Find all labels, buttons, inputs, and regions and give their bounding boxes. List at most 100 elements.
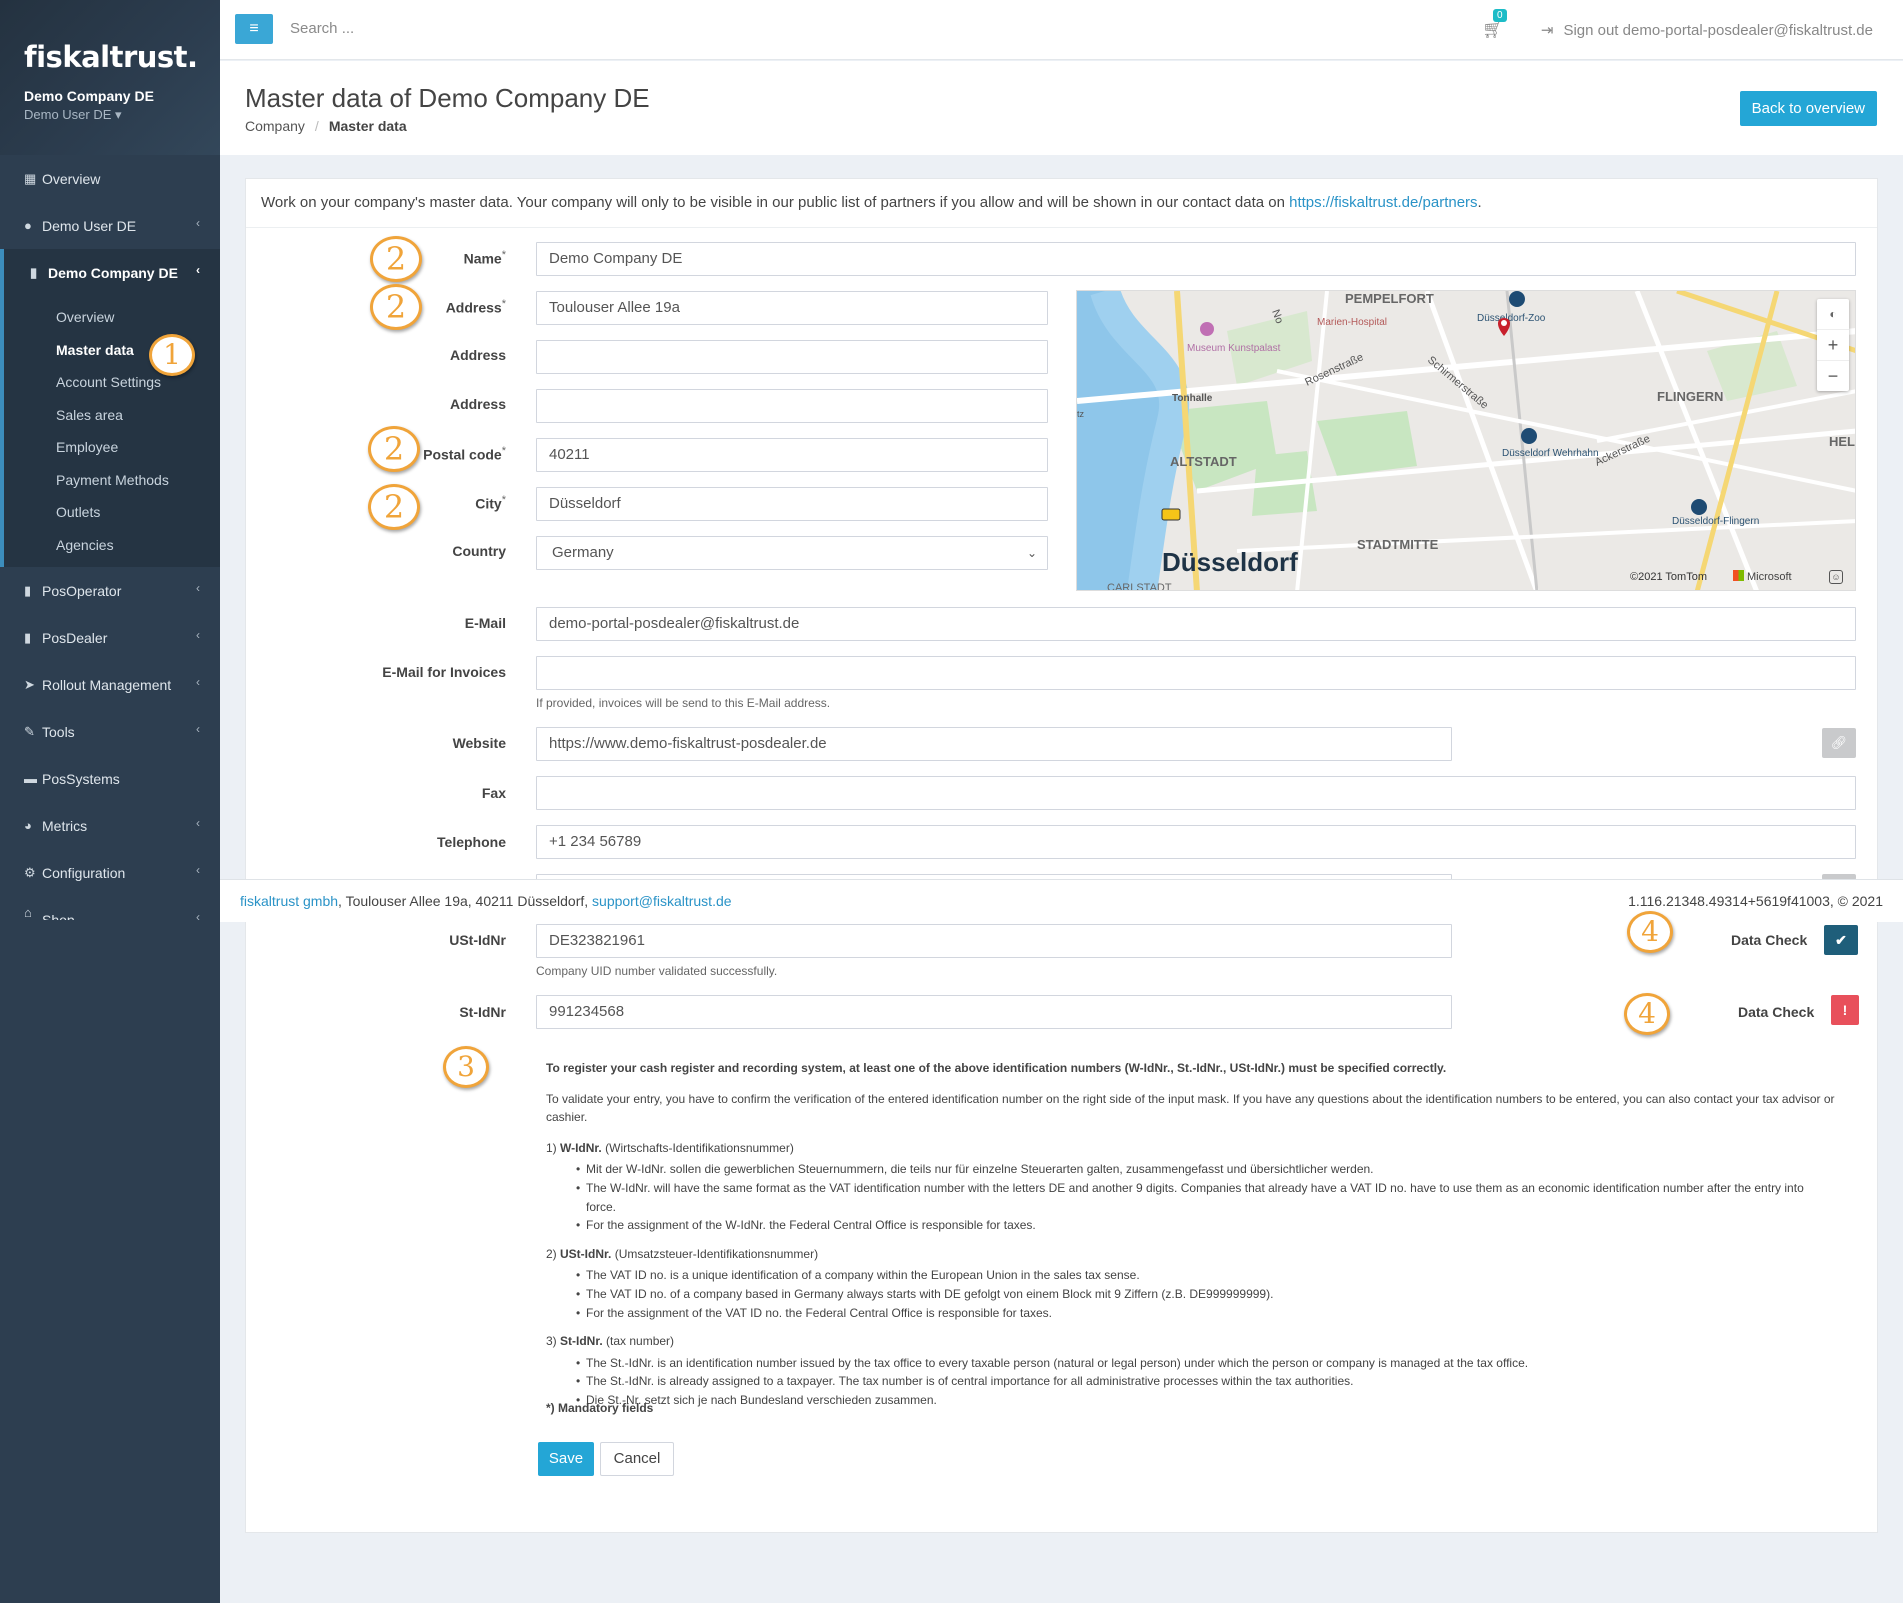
map-style-icon[interactable]: ◐ xyxy=(1817,299,1849,329)
microsoft-logo-icon xyxy=(1733,570,1744,581)
chevron-left-icon: ‹ xyxy=(196,910,200,920)
pie-chart-icon: ◕ xyxy=(24,818,32,833)
zoom-out-button[interactable]: − xyxy=(1817,360,1849,391)
info-list-w-idnr: Mit der W-IdNr. sollen die gewerblichen … xyxy=(546,1160,1836,1234)
sidebar-item-label: Overview xyxy=(42,170,101,187)
map-label: PEMPELFORT xyxy=(1345,291,1434,306)
breadcrumb-master-data: Master data xyxy=(328,118,407,134)
telephone-label: Telephone xyxy=(437,834,506,850)
zoom-in-button[interactable]: + xyxy=(1817,329,1849,360)
location-map[interactable]: PEMPELFORT Marien-Hospital Düsseldorf-Zo… xyxy=(1076,290,1856,591)
cancel-button[interactable]: Cancel xyxy=(600,1442,674,1476)
sidebar-item-overview[interactable]: ▦ Overview xyxy=(0,155,220,202)
website-input[interactable]: https://www.demo-fiskaltrust-posdealer.d… xyxy=(536,727,1452,761)
info-list-st-idnr: The St.-IdNr. is an identification numbe… xyxy=(546,1354,1836,1410)
submenu-item-sales-area[interactable]: Sales area xyxy=(4,399,220,432)
submenu-item-overview[interactable]: Overview xyxy=(4,301,220,334)
postal-code-input[interactable]: 40211 xyxy=(536,438,1048,472)
cart-icon[interactable]: 🛒︎ xyxy=(1482,20,1504,40)
divider xyxy=(246,227,1877,228)
submenu-item-payment-methods[interactable]: Payment Methods xyxy=(4,464,220,497)
sidebar-item-possystems[interactable]: ▬ PosSystems xyxy=(0,755,220,802)
hamburger-menu-button[interactable]: ≡ xyxy=(235,14,273,44)
rocket-icon: ➤ xyxy=(24,676,35,692)
sidebar-item-posoperator[interactable]: ▮ PosOperator ‹ xyxy=(0,567,220,614)
st-idnr-label: St-IdNr xyxy=(459,1004,506,1020)
footer-company-link[interactable]: fiskaltrust gmbh xyxy=(240,893,338,909)
sidebar-item-rollout-management[interactable]: ➤ Rollout Management ‹ xyxy=(0,661,220,708)
chevron-left-icon: ‹ xyxy=(196,675,200,689)
chevron-down-icon: ⌄ xyxy=(1026,546,1037,560)
list-item: For the assignment of the W-IdNr. the Fe… xyxy=(546,1216,1836,1235)
submenu-item-outlets[interactable]: Outlets xyxy=(4,496,220,529)
sidebar-item-label: PosDealer xyxy=(42,629,108,646)
map-label: STADTMITTE xyxy=(1357,537,1439,552)
sidebar-item-metrics[interactable]: ◕ Metrics ‹ xyxy=(0,802,220,849)
fax-input[interactable] xyxy=(536,776,1856,810)
mandatory-fields-note: *) Mandatory fields xyxy=(546,1401,654,1415)
submenu-item-employee[interactable]: Employee xyxy=(4,431,220,464)
footer-company-info: fiskaltrust gmbh, Toulouser Allee 19a, 4… xyxy=(240,893,732,909)
chevron-left-icon: ‹ xyxy=(196,816,200,830)
identification-info: To register your cash register and recor… xyxy=(546,1059,1836,1420)
list-item: The W-IdNr. will have the same format as… xyxy=(546,1179,1836,1216)
sidebar: fiskaltrust. Demo Company DE Demo User D… xyxy=(0,0,220,1603)
hamburger-icon: ≡ xyxy=(249,20,259,37)
sidebar-item-posdealer[interactable]: ▮ PosDealer ‹ xyxy=(0,614,220,661)
sidebar-brand: fiskaltrust. Demo Company DE Demo User D… xyxy=(0,0,220,155)
map-label: Marien-Hospital xyxy=(1317,317,1387,328)
address2-input[interactable] xyxy=(536,340,1048,374)
top-bar: ≡ Search ... 🛒︎ 0 ⇥ Sign out demo-portal-… xyxy=(220,0,1903,60)
info-section-w-idnr: 1) W-IdNr. (Wirtschafts-Identifikationsn… xyxy=(546,1140,794,1155)
annotation-marker-1: 1 xyxy=(149,334,195,376)
map-feedback-icon[interactable]: ☺ xyxy=(1829,570,1843,584)
open-website-button[interactable]: 🔗︎ xyxy=(1822,728,1856,758)
sidebar-item-demo-user[interactable]: ● Demo User DE ‹ xyxy=(0,202,220,249)
list-item: For the assignment of the VAT ID no. the… xyxy=(546,1304,1836,1323)
submenu-item-agencies[interactable]: Agencies xyxy=(4,529,220,562)
chevron-left-icon: ‹ xyxy=(196,722,200,736)
footer-support-link[interactable]: support@fiskaltrust.de xyxy=(592,893,732,909)
address2-label: Address xyxy=(449,347,506,363)
city-input[interactable]: Düsseldorf xyxy=(536,487,1048,521)
address-input[interactable]: Toulouser Allee 19a xyxy=(536,291,1048,325)
address3-label: Address xyxy=(449,396,506,412)
back-to-overview-button[interactable]: Back to overview xyxy=(1739,91,1877,126)
chevron-left-icon: ‹ xyxy=(196,863,200,877)
email-input[interactable]: demo-portal-posdealer@fiskaltrust.de xyxy=(536,607,1856,641)
footer-address: , Toulouser Allee 19a, 40211 Düsseldorf, xyxy=(338,893,593,909)
search-input[interactable]: Search ... xyxy=(290,20,354,37)
address3-input[interactable] xyxy=(536,389,1048,423)
st-idnr-input[interactable]: 991234568 xyxy=(536,995,1452,1029)
sidebar-item-tools[interactable]: ✎ Tools ‹ xyxy=(0,708,220,755)
name-input[interactable]: Demo Company DE xyxy=(536,242,1856,276)
master-data-card: Work on your company's master data. Your… xyxy=(245,178,1878,1533)
sidebar-item-shop[interactable]: ⌂ Shop ‹ xyxy=(0,896,220,920)
ust-data-check-button[interactable]: ✔ xyxy=(1824,925,1858,955)
invoice-email-input[interactable] xyxy=(536,656,1856,690)
country-select[interactable]: Germany ⌄ xyxy=(536,536,1048,570)
link-icon: 🔗︎ xyxy=(1830,735,1848,750)
sidebar-item-configuration[interactable]: ⚙ Configuration ‹ xyxy=(0,849,220,896)
fiskaltrust-logo[interactable]: fiskaltrust. xyxy=(24,40,220,74)
sidebar-item-demo-company[interactable]: ▮ Demo Company DE ‹ xyxy=(0,249,220,296)
ust-idnr-input[interactable]: DE323821961 xyxy=(536,924,1452,958)
info-headline: To register your cash register and recor… xyxy=(546,1061,1447,1075)
chevron-down-icon: ‹ xyxy=(196,263,200,277)
intro-body: Work on your company's master data. Your… xyxy=(261,194,1290,211)
st-data-check-button[interactable]: ! xyxy=(1831,995,1859,1025)
telephone-input[interactable]: +1 234 56789 xyxy=(536,825,1856,859)
user-dropdown[interactable]: Demo User DE ▾ xyxy=(24,107,220,123)
country-label: Country xyxy=(452,543,506,559)
sidebar-nav: ▦ Overview ● Demo User DE ‹ ▮ Demo Company D… xyxy=(0,155,220,920)
breadcrumb-company[interactable]: Company xyxy=(245,118,305,134)
save-button[interactable]: Save xyxy=(538,1442,594,1476)
sign-out-link[interactable]: ⇥ Sign out demo-portal-posdealer@fiskaltr… xyxy=(1541,21,1873,39)
intro-text: Work on your company's master data. Your… xyxy=(261,194,1482,211)
partners-link[interactable]: https://fiskaltrust.de/partners xyxy=(1289,194,1477,211)
submenu-item-account-settings[interactable]: Account Settings xyxy=(4,366,220,399)
map-canvas: PEMPELFORT Marien-Hospital Düsseldorf-Zo… xyxy=(1077,291,1855,591)
cogs-icon: ⚙ xyxy=(24,864,36,880)
chevron-left-icon: ‹ xyxy=(196,628,200,642)
map-label: CARLSTADT xyxy=(1107,582,1172,591)
